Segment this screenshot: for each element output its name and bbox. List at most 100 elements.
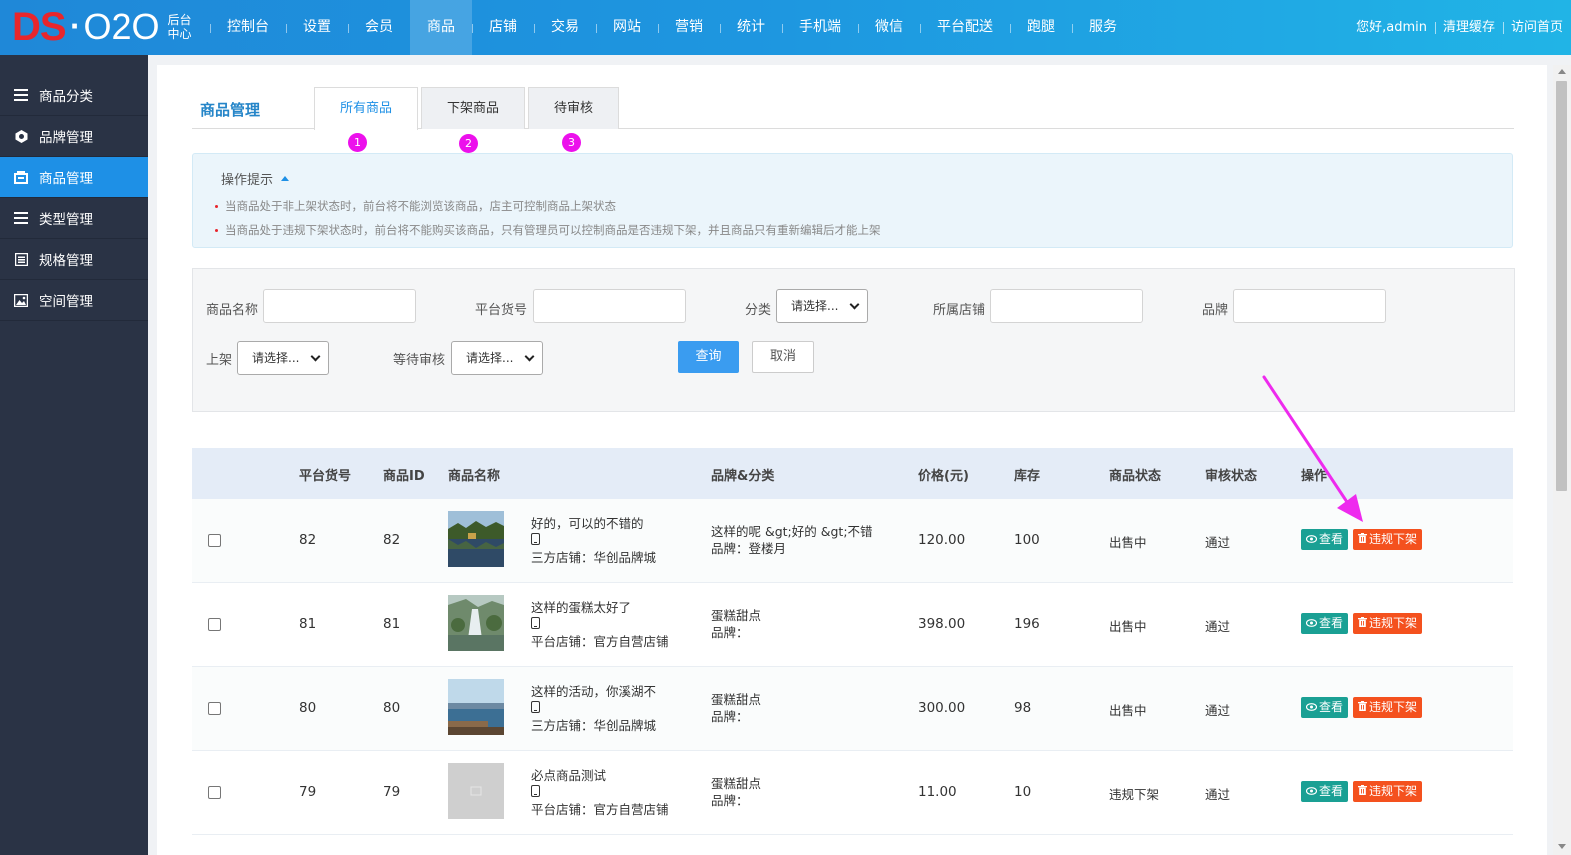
topnav-item[interactable]: 会员	[348, 0, 410, 55]
topnav-item[interactable]: 统计	[720, 0, 782, 55]
scroll-down-arrow-icon[interactable]	[1558, 844, 1566, 849]
store-label: 所属店铺	[933, 303, 986, 318]
logo-o2o: O2O	[83, 6, 160, 47]
brand-category-block: 这样的呢 &gt;好的 &gt;不错 品牌：登楼月	[711, 523, 873, 557]
goods-name-link[interactable]: 好的，可以的不错的	[531, 515, 656, 532]
off-label: 违规下架	[1369, 700, 1418, 714]
mobile-icon	[531, 784, 669, 801]
logo[interactable]: DS · O2O 后台 中心	[12, 6, 194, 48]
row-stock: 196	[1014, 616, 1040, 632]
topnav-item[interactable]: 平台配送	[920, 0, 1010, 55]
goods-name-link[interactable]: 必点商品测试	[531, 767, 669, 784]
row-stock: 98	[1014, 700, 1032, 716]
violation-off-shelf-button[interactable]: 违规下架	[1353, 697, 1423, 718]
topnav-item[interactable]: 设置	[286, 0, 348, 55]
chevron-down-icon	[524, 351, 535, 362]
row-checkbox[interactable]	[208, 534, 221, 547]
view-button[interactable]: 查看	[1301, 613, 1349, 634]
row-checkbox[interactable]	[208, 618, 221, 631]
page-title: 商品管理	[200, 101, 261, 119]
tab-badge-1: 1	[348, 133, 367, 152]
shelf-select[interactable]: 请选择...	[237, 341, 329, 375]
audit-select[interactable]: 请选择...	[451, 341, 543, 375]
top-bar: DS · O2O 后台 中心 控制台 设置 会员 商品 店铺 交易 网站 营销 统计 手机端 微信平…	[0, 0, 1571, 55]
row-audit: 通过	[1205, 535, 1231, 550]
row-checkbox[interactable]	[208, 702, 221, 715]
category-select[interactable]: 请选择...	[776, 289, 868, 323]
store-input[interactable]	[990, 289, 1143, 323]
goods-thumbnail[interactable]	[448, 595, 504, 651]
top-right-links: 您好,admin 清理缓存 访问首页	[1348, 0, 1571, 55]
topnav-item[interactable]: 营销	[658, 0, 720, 55]
goods-thumbnail[interactable]	[448, 679, 504, 735]
logo-sub-line1: 后台	[167, 13, 192, 27]
brand-input[interactable]	[1233, 289, 1386, 323]
visit-home-link[interactable]: 访问首页	[1502, 0, 1571, 55]
logo-sub-line2: 中心	[167, 27, 192, 41]
violation-off-shelf-button[interactable]: 违规下架	[1353, 529, 1423, 550]
shelf-select-value: 请选择...	[252, 351, 300, 365]
violation-off-shelf-button[interactable]: 违规下架	[1353, 781, 1423, 802]
row-checkbox[interactable]	[208, 786, 221, 799]
eye-icon	[1305, 781, 1319, 802]
row-status: 出售中	[1109, 619, 1147, 634]
topnav-item[interactable]: 交易	[534, 0, 596, 55]
goods-brand: 品牌：	[711, 793, 749, 808]
sidebar-item[interactable]: 品牌管理	[0, 116, 148, 157]
scrollbar[interactable]	[1553, 65, 1571, 855]
topnav-item[interactable]: 跑腿	[1010, 0, 1072, 55]
tab-badge-2: 2	[459, 134, 478, 153]
goods-thumbnail[interactable]	[448, 511, 504, 567]
brand-label: 品牌	[1202, 303, 1229, 318]
violation-off-shelf-button[interactable]: 违规下架	[1353, 613, 1423, 634]
scroll-thumb[interactable]	[1556, 81, 1567, 491]
row-actions: 查看 违规下架	[1301, 697, 1423, 718]
sidebar-item-label: 规格管理	[39, 253, 93, 269]
topnav-item[interactable]: 服务	[1072, 0, 1134, 55]
topnav-item[interactable]: 控制台	[210, 0, 286, 55]
goods-name-link[interactable]: 这样的活动，你溪湖不	[531, 683, 656, 700]
cancel-button[interactable]: 取消	[752, 341, 814, 373]
goods-thumbnail[interactable]	[448, 763, 504, 819]
col-status: 商品状态	[1109, 469, 1162, 484]
sku-input[interactable]	[533, 289, 686, 323]
goods-category: 蛋糕甜点	[711, 776, 762, 791]
view-button[interactable]: 查看	[1301, 529, 1349, 550]
top-nav: 控制台 设置 会员 商品 店铺 交易 网站 营销 统计 手机端 微信 平台配送 跑腿 服务	[210, 0, 1134, 55]
goods-name-input[interactable]	[263, 289, 416, 323]
topnav-item[interactable]: 网站	[596, 0, 658, 55]
goods-name-link[interactable]: 这样的蛋糕太好了	[531, 599, 669, 616]
view-button[interactable]: 查看	[1301, 781, 1349, 802]
view-label: 查看	[1319, 532, 1344, 546]
spec-icon	[14, 252, 28, 266]
trash-icon	[1358, 697, 1369, 718]
tab-all-goods[interactable]: 所有商品	[314, 87, 418, 130]
sidebar-item[interactable]: 商品管理	[0, 157, 148, 198]
col-audit: 审核状态	[1205, 469, 1258, 484]
topnav-item[interactable]: 店铺	[472, 0, 534, 55]
goods-name-block: 好的，可以的不错的 三方店铺：华创品牌城	[531, 515, 656, 566]
table-row: 81 81 这样的蛋糕太好了 平台店铺：官方自营店铺 蛋糕甜点 品牌： 398.00 196 出…	[192, 583, 1513, 667]
clear-cache-link[interactable]: 清理缓存	[1434, 0, 1503, 55]
sidebar-item[interactable]: 空间管理	[0, 280, 148, 321]
scroll-up-arrow-icon[interactable]	[1558, 69, 1566, 74]
query-button[interactable]: 查询	[678, 341, 739, 373]
tab-pending-review[interactable]: 待审核	[528, 87, 619, 129]
view-button[interactable]: 查看	[1301, 697, 1349, 718]
sidebar-item[interactable]: 商品分类	[0, 75, 148, 116]
sidebar-item[interactable]: 规格管理	[0, 239, 148, 280]
tab-badge-3: 3	[562, 133, 581, 152]
greeting-link[interactable]: 您好,admin	[1348, 0, 1435, 55]
sidebar-item[interactable]: 类型管理	[0, 198, 148, 239]
image-icon	[14, 293, 28, 307]
tab-off-shelf-goods[interactable]: 下架商品	[421, 87, 525, 129]
topnav-item[interactable]: 商品	[410, 0, 472, 55]
caret-up-icon	[281, 176, 290, 181]
topnav-item[interactable]: 微信	[858, 0, 920, 55]
row-actions: 查看 违规下架	[1301, 613, 1423, 634]
list-icon	[14, 211, 28, 225]
tips-toggle[interactable]: 操作提示	[221, 169, 290, 188]
bullet-icon	[215, 204, 218, 208]
row-status: 违规下架	[1109, 787, 1160, 802]
topnav-item[interactable]: 手机端	[782, 0, 858, 55]
